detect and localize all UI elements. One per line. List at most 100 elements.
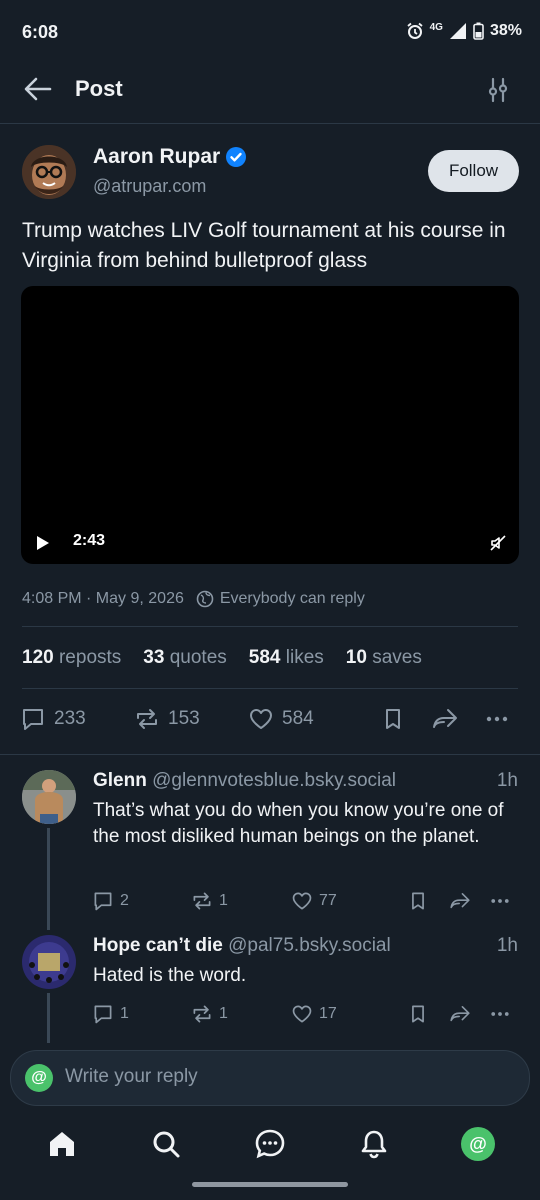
- reply-avatar[interactable]: [22, 935, 76, 989]
- reposts-stat[interactable]: 120 reposts: [22, 647, 121, 669]
- reply-author-name: Hope can’t die: [93, 935, 223, 956]
- author-name[interactable]: Aaron Rupar: [93, 145, 247, 169]
- nav-notifications[interactable]: [356, 1126, 392, 1162]
- reply-text: That’s what you do when you know you’re …: [93, 800, 504, 847]
- reply-share-button[interactable]: [448, 1003, 472, 1025]
- reply-repost-button[interactable]: 1: [191, 1003, 228, 1025]
- share-arrow-icon: [450, 893, 470, 909]
- saves-stat[interactable]: 10 saves: [346, 647, 422, 669]
- reply-time: 1h: [496, 935, 518, 956]
- alarm-icon: [407, 22, 423, 39]
- post-timestamp: 4:08 PM · May 9, 2026: [22, 590, 184, 607]
- reply-like-count: 77: [319, 892, 337, 909]
- nav-home[interactable]: [44, 1126, 80, 1162]
- back-button[interactable]: [22, 74, 54, 104]
- like-button[interactable]: 584: [248, 706, 314, 732]
- share-arrow-icon: [450, 1006, 470, 1022]
- reply-reply-count: 1: [120, 1005, 129, 1022]
- reply-like-button[interactable]: 17: [291, 1003, 337, 1025]
- more-options-button[interactable]: [484, 706, 510, 732]
- reply-like-button[interactable]: 77: [291, 890, 337, 912]
- author-avatar-image: [22, 145, 76, 199]
- likes-count: 584: [248, 647, 281, 668]
- nav-search[interactable]: [148, 1126, 184, 1162]
- reply-repost-button[interactable]: 1: [191, 890, 228, 912]
- reply-more-button[interactable]: [489, 1003, 511, 1025]
- status-time: 6:08: [22, 22, 59, 42]
- verified-badge-icon: [226, 147, 247, 167]
- arrow-left-icon: [24, 77, 52, 101]
- likes-stat[interactable]: 584 likes: [249, 647, 324, 669]
- reply-bubble-icon: [94, 1005, 112, 1024]
- reply-button[interactable]: 233: [20, 706, 86, 732]
- reply-header[interactable]: Hope can’t die @pal75.bsky.social: [93, 935, 391, 957]
- battery-percent: 38%: [489, 22, 522, 39]
- bookmark-icon: [412, 892, 424, 910]
- profile-avatar-icon: @: [461, 1127, 495, 1161]
- more-dots-icon: [491, 1012, 509, 1016]
- globe-icon: [196, 590, 214, 608]
- follow-button[interactable]: Follow: [428, 150, 519, 192]
- muted-speaker-icon[interactable]: [489, 534, 507, 552]
- repost-icon: [137, 709, 157, 729]
- nav-messages[interactable]: [252, 1126, 288, 1162]
- reply-avatar-image: [22, 770, 76, 824]
- reply-placeholder[interactable]: Write your reply: [65, 1066, 198, 1088]
- play-icon[interactable]: [35, 535, 51, 551]
- reply-share-button[interactable]: [448, 890, 472, 912]
- gesture-bar[interactable]: [192, 1182, 348, 1187]
- author-avatar[interactable]: [22, 145, 76, 199]
- reply-bubble-icon: [94, 892, 112, 911]
- reply-avatar-image: [22, 935, 76, 989]
- reply-like-count: 17: [319, 1005, 337, 1022]
- search-icon: [153, 1131, 180, 1158]
- chat-bubble-icon: [255, 1129, 285, 1159]
- reply-more-button[interactable]: [489, 890, 511, 912]
- header-divider: [0, 123, 540, 124]
- reply-save-button[interactable]: [407, 1003, 429, 1025]
- stats-divider: [22, 688, 518, 689]
- share-button[interactable]: [430, 706, 460, 732]
- reply-reply-button[interactable]: 2: [92, 890, 129, 912]
- more-dots-icon: [486, 716, 508, 722]
- page-title: Post: [75, 76, 123, 101]
- reply-text: Hated is the word.: [93, 965, 247, 986]
- more-dots-icon: [491, 899, 509, 903]
- reply-reply-button[interactable]: 1: [92, 1003, 129, 1025]
- save-button[interactable]: [380, 706, 406, 732]
- heart-icon: [292, 892, 312, 910]
- repost-count: 153: [168, 708, 200, 729]
- battery-icon: [473, 22, 484, 40]
- reply-setting[interactable]: Everybody can reply: [220, 590, 365, 608]
- quotes-stat[interactable]: 33 quotes: [143, 647, 226, 669]
- reply-save-button[interactable]: [407, 890, 429, 912]
- reply-avatar[interactable]: [22, 770, 76, 824]
- heart-icon: [292, 1005, 312, 1023]
- reply-composer[interactable]: @ Write your reply: [10, 1050, 530, 1106]
- post-actions: 233 153 584: [20, 706, 520, 736]
- post-divider: [0, 754, 540, 755]
- author-name-text: Aaron Rupar: [93, 145, 221, 168]
- thread-line: [47, 993, 50, 1043]
- reply-time: 1h: [496, 770, 518, 791]
- repost-button[interactable]: 153: [134, 706, 200, 732]
- saves-label: saves: [372, 647, 422, 668]
- thread-line: [47, 828, 50, 930]
- author-handle[interactable]: @atrupar.com: [93, 176, 206, 197]
- reply-count: 233: [54, 708, 86, 729]
- reposts-count: 120: [22, 647, 54, 668]
- reply-repost-count: 1: [219, 892, 228, 909]
- repost-icon: [193, 892, 211, 910]
- nav-profile[interactable]: @: [460, 1126, 496, 1162]
- reposts-label: reposts: [58, 647, 122, 668]
- network-type: 4G: [429, 21, 443, 33]
- bookmark-icon: [412, 1005, 424, 1023]
- reply-header[interactable]: Glenn @glennvotesblue.bsky.social: [93, 770, 396, 792]
- reply-bubble-icon: [23, 709, 43, 730]
- thread-settings-button[interactable]: [484, 76, 512, 104]
- reply-reply-count: 2: [120, 892, 129, 909]
- share-arrow-icon: [433, 709, 457, 728]
- likes-label: likes: [285, 647, 324, 668]
- video-player[interactable]: 2:43: [21, 286, 519, 564]
- video-duration: 2:43: [73, 532, 106, 549]
